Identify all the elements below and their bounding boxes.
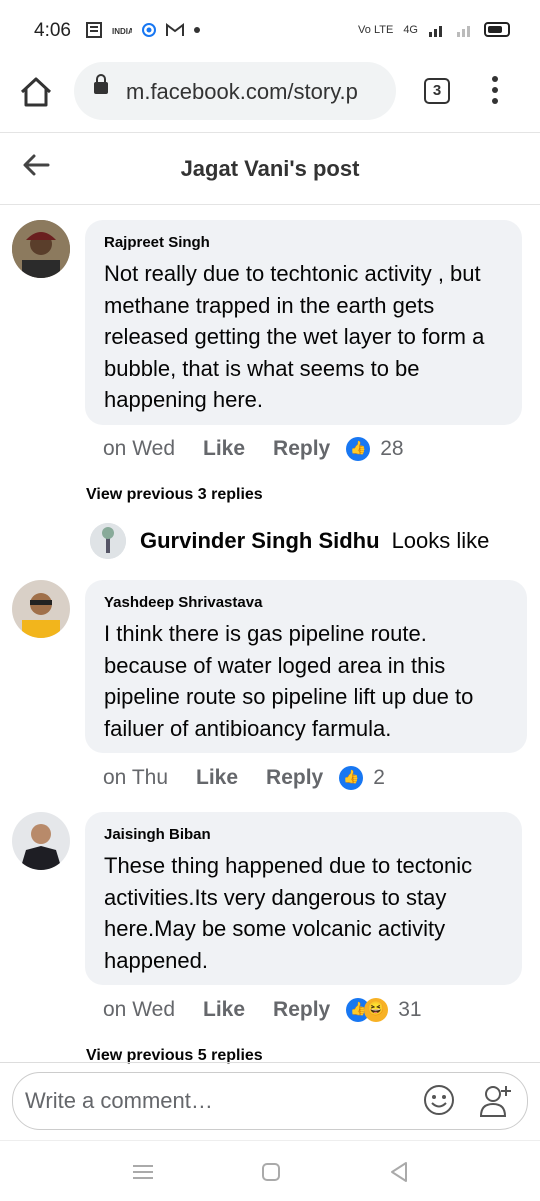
- comment-text: Not really due to techtonic activity , b…: [104, 261, 485, 412]
- home-nav-icon[interactable]: [256, 1157, 286, 1187]
- comment-author[interactable]: Jaisingh Biban: [104, 826, 211, 843]
- reply-author[interactable]: Gurvinder Singh Sidhu: [140, 528, 380, 554]
- overflow-menu-icon[interactable]: [490, 76, 500, 106]
- post-header: Jagat Vani's post: [0, 134, 540, 205]
- tag-person-icon[interactable]: [479, 1083, 513, 1119]
- volte-label: Vo LTE: [358, 23, 394, 36]
- reply-preview[interactable]: Gurvinder Singh Sidhu Looks like: [90, 523, 489, 559]
- comment-timestamp[interactable]: on Wed: [103, 437, 175, 461]
- avatar[interactable]: [12, 812, 70, 870]
- comment-text: These thing happened due to tectonic act…: [104, 853, 473, 973]
- home-icon[interactable]: [18, 74, 54, 110]
- system-nav-bar: [0, 1140, 540, 1201]
- svg-text:INDIA: INDIA: [112, 27, 132, 36]
- comment-input-placeholder[interactable]: Write a comment…: [25, 1088, 213, 1114]
- comment-actions: on Wed Like Reply 28: [103, 437, 404, 461]
- comment-author[interactable]: Yashdeep Shrivastava: [104, 594, 262, 611]
- reaction-count[interactable]: 31: [398, 998, 421, 1022]
- comment-actions: on Thu Like Reply 2: [103, 766, 385, 790]
- view-previous-replies-link[interactable]: View previous 3 replies: [86, 486, 263, 504]
- comment-author[interactable]: Rajpreet Singh: [104, 234, 210, 251]
- status-right-icons: Vo LTE 4G: [358, 22, 510, 37]
- address-bar[interactable]: m.facebook.com/story.p: [74, 62, 396, 120]
- gmail-icon: [166, 23, 184, 36]
- avatar[interactable]: [12, 220, 70, 278]
- comment-composer: Write a comment…: [0, 1062, 540, 1138]
- reaction-count[interactable]: 28: [380, 437, 403, 461]
- comment-text: I think there is gas pipeline route. bec…: [104, 621, 474, 741]
- like-button[interactable]: Like: [196, 766, 238, 790]
- reply-button[interactable]: Reply: [273, 437, 330, 461]
- comment-bubble: Rajpreet Singh Not really due to techton…: [85, 220, 522, 425]
- back-nav-icon[interactable]: [384, 1157, 414, 1187]
- comment-bubble: Yashdeep Shrivastava I think there is ga…: [85, 580, 527, 753]
- reply-text: Looks like: [391, 528, 490, 553]
- comment-timestamp[interactable]: on Thu: [103, 766, 168, 790]
- reply-button[interactable]: Reply: [273, 998, 330, 1022]
- comment-actions: on Wed Like Reply 31: [103, 998, 422, 1022]
- url-text[interactable]: m.facebook.com/story.p: [126, 79, 388, 105]
- tab-switcher-button[interactable]: 3: [424, 78, 450, 104]
- signal-strength-icon: [429, 25, 442, 37]
- battery-icon: [484, 22, 510, 37]
- browser-toolbar: m.facebook.com/story.p 3: [0, 60, 540, 133]
- like-button[interactable]: Like: [203, 437, 245, 461]
- comment-bubble: Jaisingh Biban These thing happened due …: [85, 812, 522, 985]
- status-bar: 4:06 INDIA Vo LTE 4G: [0, 0, 540, 60]
- comment-timestamp[interactable]: on Wed: [103, 998, 175, 1022]
- like-reaction-icon: [339, 766, 364, 790]
- like-reaction-icon: [346, 437, 371, 461]
- lock-icon: [94, 74, 108, 94]
- comment-input[interactable]: Write a comment…: [12, 1072, 528, 1130]
- recent-apps-icon[interactable]: [128, 1157, 158, 1187]
- news-icon: [86, 22, 102, 38]
- reaction-count[interactable]: 2: [373, 766, 385, 790]
- status-time: 4:06: [34, 20, 71, 41]
- haha-reaction-icon: [364, 998, 389, 1022]
- emoji-icon[interactable]: [423, 1084, 455, 1116]
- status-notification-icons: INDIA: [86, 22, 200, 38]
- signal-strength-2-icon: [457, 25, 470, 37]
- page-title: Jagat Vani's post: [180, 156, 360, 181]
- avatar[interactable]: [12, 580, 70, 638]
- more-notifications-dot-icon: [194, 27, 200, 33]
- reply-button[interactable]: Reply: [266, 766, 323, 790]
- avatar[interactable]: [90, 523, 126, 559]
- signal-dot-icon: [142, 23, 156, 37]
- india-tv-icon: INDIA: [112, 27, 132, 36]
- like-button[interactable]: Like: [203, 998, 245, 1022]
- network-label: 4G: [403, 23, 418, 36]
